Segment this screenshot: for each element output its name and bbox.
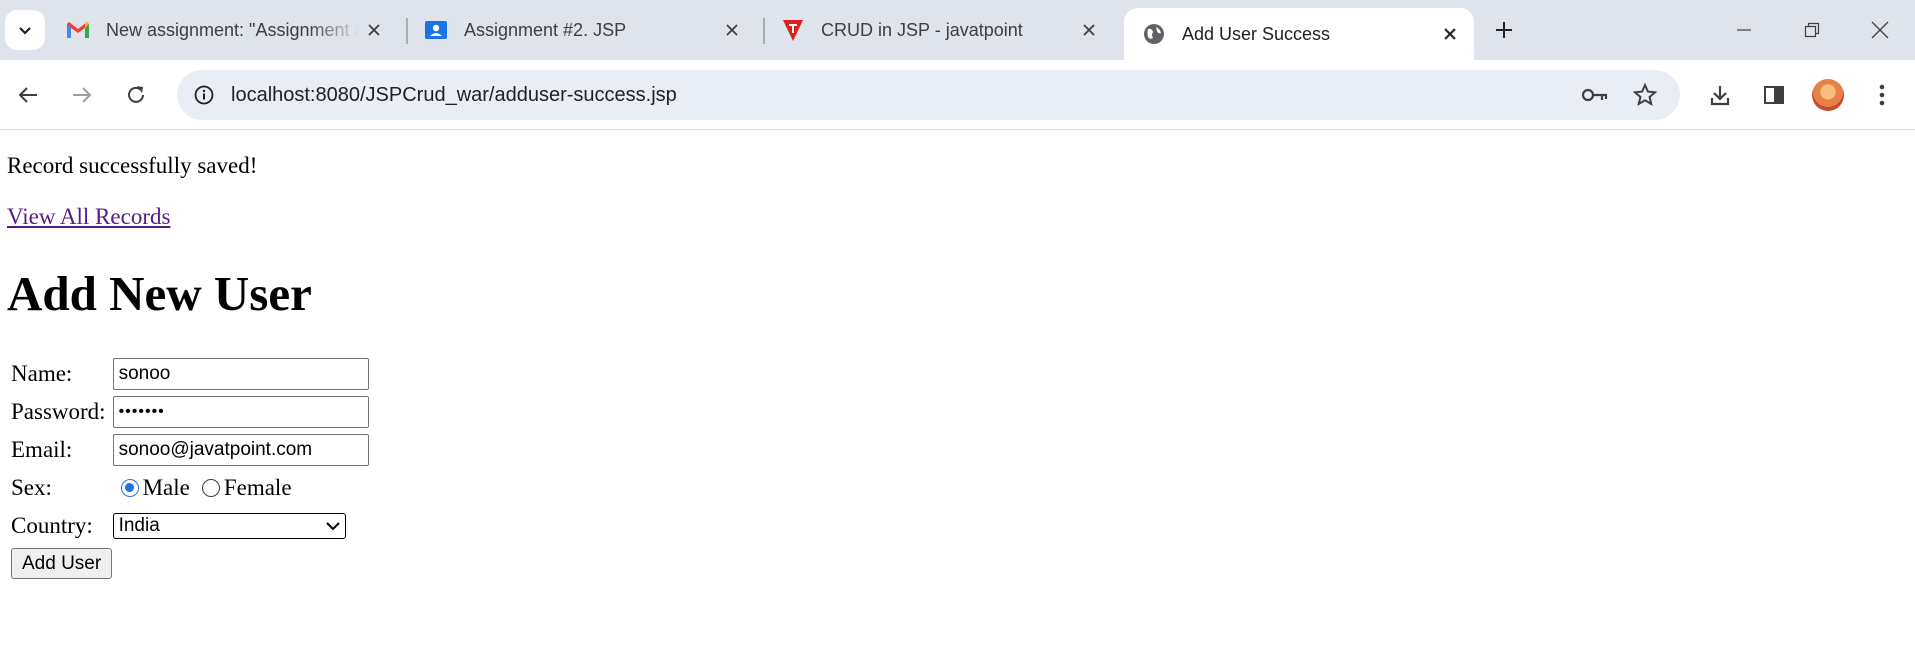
password-label: Password:	[11, 398, 106, 424]
plus-icon	[1496, 22, 1512, 38]
javatpoint-icon	[781, 18, 805, 42]
tab-classroom[interactable]: Assignment #2. JSP	[406, 8, 756, 52]
tab-strip: New assignment: "Assignment # Assignment…	[0, 0, 1915, 60]
sex-option-label: Male	[142, 474, 190, 500]
tab-search-button[interactable]	[5, 10, 45, 50]
globe-icon	[1142, 22, 1166, 46]
tab-title: CRUD in JSP - javatpoint	[821, 19, 1023, 40]
side-panel-button[interactable]	[1754, 75, 1794, 115]
star-icon[interactable]	[1628, 78, 1662, 112]
country-selected-value: India	[118, 514, 160, 536]
tab-javatpoint[interactable]: CRUD in JSP - javatpoint	[763, 8, 1113, 52]
email-field[interactable]: sonoo@javatpoint.com	[112, 433, 369, 466]
tab-title: New assignment: "Assignment #	[106, 19, 360, 40]
forward-button[interactable]	[62, 75, 102, 115]
password-field[interactable]: •••••••	[112, 395, 369, 428]
reload-icon	[128, 86, 144, 103]
reload-button[interactable]	[116, 75, 156, 115]
close-icon	[1871, 21, 1889, 39]
minimize-button[interactable]	[1724, 10, 1764, 50]
arrow-right-icon	[73, 87, 92, 103]
sex-radio-group: Male Female	[113, 475, 369, 501]
name-label: Name:	[11, 360, 73, 386]
url-text: localhost:8080/JSPCrud_war/adduser-succe…	[231, 83, 677, 106]
success-message: Record successfully saved!	[7, 153, 258, 178]
sex-radio-female[interactable]	[201, 478, 220, 497]
back-button[interactable]	[8, 75, 48, 115]
minimize-icon	[1737, 29, 1751, 31]
arrow-left-icon	[18, 87, 37, 103]
page-content: Record successfully saved! View All Reco…	[0, 131, 1915, 665]
close-icon[interactable]	[1075, 16, 1103, 44]
chevron-down-icon	[19, 27, 31, 35]
gmail-icon	[66, 18, 90, 42]
page-title: Add New User	[7, 266, 312, 321]
form-row-submit: Add User	[11, 546, 369, 581]
menu-button[interactable]	[1862, 75, 1902, 115]
tab-add-user-success[interactable]: Add User Success	[1124, 8, 1474, 60]
sex-label: Sex:	[11, 474, 52, 500]
close-icon[interactable]	[1436, 20, 1464, 48]
close-icon[interactable]	[718, 16, 746, 44]
download-icon	[1710, 86, 1730, 106]
downloads-button[interactable]	[1700, 75, 1740, 115]
address-bar[interactable]: localhost:8080/JSPCrud_war/adduser-succe…	[177, 70, 1680, 120]
country-select[interactable]: India	[112, 512, 346, 539]
restore-icon	[1804, 22, 1820, 38]
info-icon[interactable]	[187, 78, 221, 112]
view-all-records-link[interactable]: View All Records	[7, 204, 170, 230]
form-row-email: Email: sonoo@javatpoint.com	[11, 432, 369, 467]
side-panel-icon	[1764, 86, 1784, 104]
close-window-button[interactable]	[1860, 10, 1900, 50]
profile-avatar[interactable]	[1812, 79, 1844, 111]
name-field[interactable]: sonoo	[112, 357, 369, 390]
key-icon[interactable]	[1578, 78, 1612, 112]
add-user-button[interactable]: Add User	[11, 548, 113, 579]
form-row-password: Password: •••••••	[11, 394, 369, 429]
sex-option-label: Female	[223, 474, 292, 500]
email-label: Email:	[11, 436, 73, 462]
chevron-down-icon	[325, 521, 340, 530]
add-user-form: Name: sonoo Password: ••••••• Email: son…	[8, 353, 372, 584]
form-row-sex: Sex: Male Female	[11, 470, 369, 505]
tab-gmail[interactable]: New assignment: "Assignment #	[48, 8, 398, 52]
close-icon[interactable]	[360, 16, 388, 44]
restore-button[interactable]	[1792, 10, 1832, 50]
tab-title: Add User Success	[1182, 23, 1331, 44]
classroom-icon	[424, 18, 448, 42]
sex-radio-male[interactable]	[120, 478, 139, 497]
more-vertical-icon	[1879, 84, 1885, 106]
browser-toolbar: localhost:8080/JSPCrud_war/adduser-succe…	[0, 60, 1915, 130]
form-row-name: Name: sonoo	[11, 356, 369, 391]
new-tab-button[interactable]	[1488, 14, 1520, 46]
country-label: Country:	[11, 512, 93, 538]
tab-title: Assignment #2. JSP	[464, 19, 627, 40]
form-row-country: Country: India	[11, 508, 369, 543]
